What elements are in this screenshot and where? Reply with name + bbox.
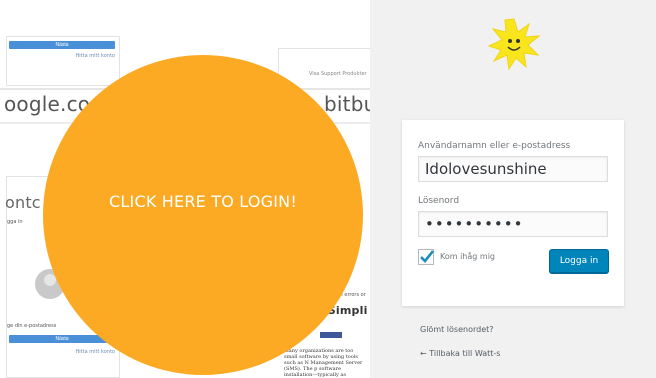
- login-form: Användarnamn eller e-postadress Idoloves…: [402, 120, 624, 306]
- password-input[interactable]: ••••••••••: [418, 211, 608, 237]
- find-account-link-top: Hitta mitt konto: [75, 53, 115, 59]
- lost-password-link[interactable]: Glömt lösenordet?: [420, 325, 494, 334]
- bitbucket-domain-text: bitbuc: [324, 92, 370, 116]
- click-to-login-circle[interactable]: CLICK HERE TO LOGIN!: [43, 55, 363, 375]
- username-label: Användarnamn eller e-postadress: [418, 141, 571, 151]
- password-label: Lösenord: [418, 196, 460, 206]
- remember-me-label[interactable]: Kom ihåg mig: [440, 252, 495, 261]
- username-input[interactable]: Idolovesunshine: [418, 156, 608, 182]
- checkmark-icon: [420, 250, 435, 263]
- facebook-share-icon: [320, 332, 342, 338]
- google-login-tile-top: Nästa Hitta mitt konto: [6, 36, 120, 86]
- click-to-login-label: CLICK HERE TO LOGIN!: [109, 191, 297, 211]
- back-to-site-link[interactable]: ← Tillbaka till Watt-s: [420, 349, 500, 358]
- edge-text-small: gga in: [7, 219, 23, 225]
- site-nav: Visa Support Produkter: [309, 71, 367, 77]
- login-button[interactable]: Logga in: [549, 249, 609, 273]
- remember-me-checkbox[interactable]: [418, 249, 435, 265]
- login-page: Användarnamn eller e-postadress Idoloves…: [370, 0, 656, 378]
- login-collage: Nästa Hitta mitt konto Visa Support Prod…: [0, 0, 370, 378]
- email-prompt: ge din e-postadress: [7, 323, 57, 329]
- edge-text: ontc: [5, 193, 41, 212]
- find-account-link-bottom: Hitta mitt konto: [75, 349, 115, 355]
- next-button-top: Nästa: [9, 41, 115, 49]
- sun-logo-icon[interactable]: [488, 18, 540, 70]
- article-body: many organizations are too small softwar…: [284, 348, 363, 378]
